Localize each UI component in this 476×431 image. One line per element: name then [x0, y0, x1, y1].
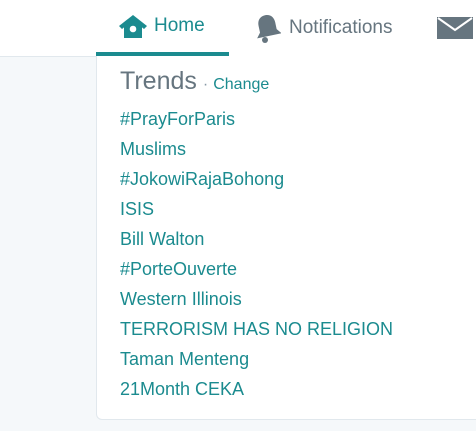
trend-item[interactable]: Western Illinois	[120, 288, 393, 318]
bell-icon	[254, 13, 281, 43]
home-icon	[118, 13, 148, 39]
nav-home-label: Home	[154, 15, 205, 36]
trend-item[interactable]: #JokowiRajaBohong	[120, 168, 393, 198]
top-navigation-bar: Home Notifications	[0, 0, 476, 57]
trend-item[interactable]: TERRORISM HAS NO RELIGION	[120, 318, 393, 348]
trends-change-link[interactable]: Change	[213, 76, 269, 94]
trend-item[interactable]: #PorteOuverte	[120, 258, 393, 288]
trends-separator: ·	[202, 76, 209, 93]
trend-item[interactable]: Muslims	[120, 138, 393, 168]
nav-home-tab[interactable]: Home	[96, 0, 229, 56]
trends-header: Trends · Change	[120, 67, 269, 96]
trend-item[interactable]: 21Month CEKA	[120, 378, 393, 408]
trend-item[interactable]: Taman Menteng	[120, 348, 393, 378]
trend-item[interactable]: #PrayForParis	[120, 108, 393, 138]
trend-item[interactable]: Bill Walton	[120, 228, 393, 258]
nav-notifications-label: Notifications	[289, 17, 393, 38]
nav-messages-tab[interactable]	[437, 0, 473, 56]
envelope-icon	[437, 15, 473, 41]
trends-list: #PrayForParis Muslims #JokowiRajaBohong …	[120, 108, 393, 408]
trend-item[interactable]: ISIS	[120, 198, 393, 228]
nav-notifications-tab[interactable]: Notifications	[254, 0, 393, 56]
trends-title: Trends	[120, 67, 197, 95]
trends-card: Trends · Change #PrayForParis Muslims #J…	[96, 56, 476, 420]
